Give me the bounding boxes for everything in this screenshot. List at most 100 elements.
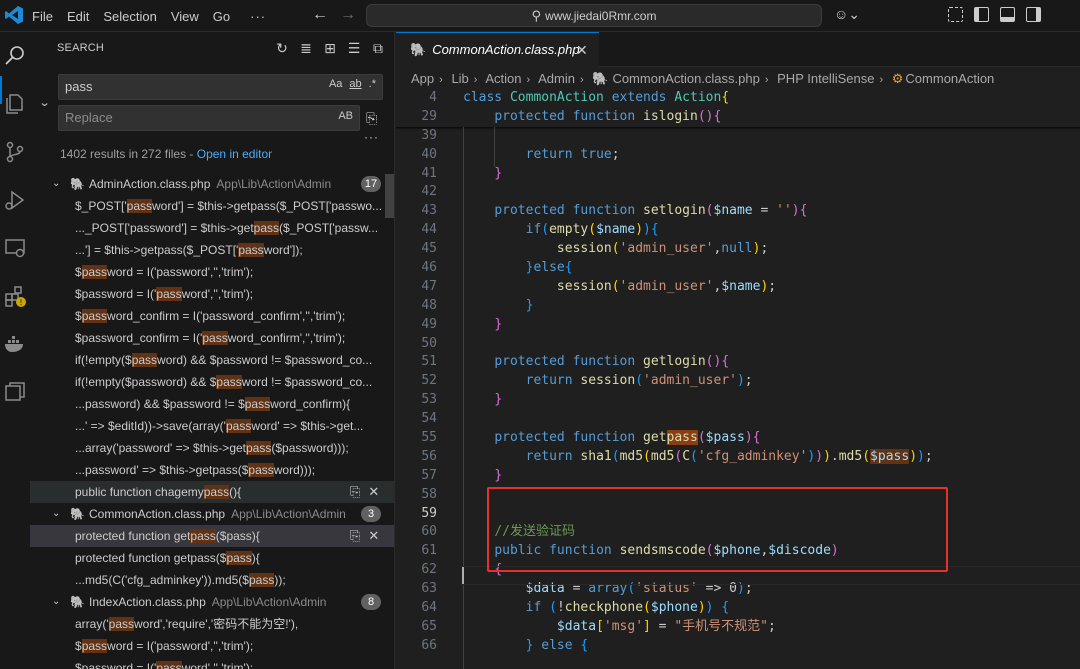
menu-edit[interactable]: Edit	[67, 9, 89, 24]
match-count-badge: 8	[361, 594, 381, 610]
result-match-21[interactable]: $password = I('password','','trim');	[30, 635, 394, 657]
php-file-icon: 🐘	[70, 507, 85, 521]
dismiss-match-icon[interactable]: ✕	[368, 484, 379, 499]
match-count-badge: 3	[361, 506, 381, 522]
result-match-18[interactable]: ...md5(C('cfg_adminkey')).md5($pass));	[30, 569, 394, 591]
use-regex-toggle[interactable]: .*	[369, 78, 376, 90]
match-case-toggle[interactable]: Aa	[329, 78, 342, 90]
code-editor[interactable]: 4 class CommonAction extends Action{29 pr…	[396, 89, 1080, 669]
result-match-3[interactable]: ...'] = $this->getpass($_POST['password'…	[30, 239, 394, 261]
line-number: 47	[421, 278, 437, 294]
search-input[interactable]	[65, 79, 305, 94]
breadcrumb-lib[interactable]: Lib	[451, 71, 468, 86]
breadcrumb-file[interactable]: CommonAction.class.php	[612, 71, 759, 86]
toggle-primary-sidebar-icon[interactable]	[974, 7, 989, 22]
toggle-details-icon[interactable]: ···	[364, 130, 379, 144]
result-match-12[interactable]: ...array('password' => $this->getpass($p…	[30, 437, 394, 459]
result-match-16[interactable]: protected function getpass($pass){⎘ ✕	[30, 525, 394, 547]
line-text: }	[494, 392, 503, 408]
search-icon[interactable]	[3, 44, 27, 68]
remote-explorer-icon[interactable]	[3, 236, 27, 260]
view-as-tree-icon[interactable]: ☰	[342, 40, 366, 57]
breadcrumb-intellisense[interactable]: PHP IntelliSense	[777, 71, 874, 86]
toggle-panel-icon[interactable]	[1000, 7, 1015, 22]
explorer-icon[interactable]	[3, 92, 27, 116]
clear-results-icon[interactable]: ≣	[294, 40, 318, 57]
result-match-10[interactable]: ...password) && $password != $password_c…	[30, 393, 394, 415]
docker-icon[interactable]	[3, 332, 27, 356]
result-match-14[interactable]: public function chagemypass(){⎘ ✕	[30, 481, 394, 503]
source-control-icon[interactable]	[3, 140, 27, 164]
result-match-7[interactable]: $password_confirm = I('password_confirm'…	[30, 327, 394, 349]
line-text: if(empty($name)){	[525, 222, 659, 238]
chevron-down-icon[interactable]: ⌄	[52, 591, 60, 613]
copilot-icon[interactable]: ☺⌄	[834, 6, 860, 23]
result-match-6[interactable]: $password_confirm = I('password_confirm'…	[30, 305, 394, 327]
breadcrumb-separator-icon: ›	[439, 74, 443, 86]
replace-input[interactable]	[65, 110, 305, 125]
breadcrumb-separator-icon: ›	[879, 74, 884, 86]
toggle-replace-chevron-icon[interactable]: ⌄	[39, 96, 51, 109]
new-search-editor-icon[interactable]: ⊞	[318, 40, 342, 57]
sticky-scroll[interactable]: 4 class CommonAction extends Action{29 pr…	[396, 89, 1080, 127]
line-number: 45	[421, 241, 437, 257]
text-cursor	[462, 567, 464, 584]
result-match-17[interactable]: protected function getpass($pass){	[30, 547, 394, 569]
result-match-20[interactable]: array('password','require','密码不能为空!'),	[30, 613, 394, 635]
line-number: 65	[421, 618, 437, 634]
result-file-15[interactable]: ⌄ 🐘 CommonAction.class.php App\Lib\Action\A…	[30, 503, 394, 525]
menu-file[interactable]: File	[32, 9, 53, 24]
menu-go[interactable]: Go	[213, 9, 230, 24]
breadcrumb-app[interactable]: App	[411, 71, 434, 86]
search-input-box: Aa ab .*	[58, 74, 383, 100]
tab-commonaction[interactable]: 🐘 CommonAction.class.php ✕	[396, 32, 599, 67]
result-match-22[interactable]: $password = I('password','','trim');	[30, 657, 394, 669]
run-debug-icon[interactable]	[3, 188, 27, 212]
result-match-1[interactable]: $_POST['password'] = $this->getpass($_PO…	[30, 195, 394, 217]
result-file-0[interactable]: ⌄ 🐘 AdminAction.class.php App\Lib\Action\Ad…	[30, 173, 394, 195]
result-match-5[interactable]: $password = I('password','','trim');	[30, 283, 394, 305]
replace-all-icon[interactable]: ⎘	[366, 110, 377, 127]
result-match-8[interactable]: if(!empty($password) && $password != $pa…	[30, 349, 394, 371]
extensions-icon[interactable]: !	[3, 284, 27, 308]
annotation-red-box	[487, 487, 948, 572]
breadcrumb-class[interactable]: CommonAction	[905, 71, 994, 86]
code-line: 55 protected function getpass($pass){	[396, 429, 1080, 448]
dismiss-match-icon[interactable]: ✕	[368, 528, 379, 543]
open-in-editor-link[interactable]: Open in editor	[197, 147, 272, 161]
command-center[interactable]: ⚲ www.jiedai0Rmr.com	[366, 4, 822, 27]
collapse-all-icon[interactable]: ⧉	[366, 40, 390, 57]
chevron-down-icon[interactable]: ⌄	[52, 503, 60, 525]
toggle-secondary-sidebar-icon[interactable]	[1026, 7, 1041, 22]
result-match-4[interactable]: $password = I('password','','trim');	[30, 261, 394, 283]
line-text: protected function getpass($pass){	[494, 430, 761, 446]
back-arrow-icon[interactable]: ←	[312, 6, 328, 23]
replace-match-icon[interactable]: ⎘	[350, 528, 360, 543]
preserve-case-toggle[interactable]: AB	[338, 110, 353, 122]
match-whole-word-toggle[interactable]: ab	[349, 78, 361, 90]
replace-match-icon[interactable]: ⎘	[350, 484, 360, 499]
vscode-logo-icon[interactable]	[4, 5, 24, 25]
remote-windows-icon[interactable]	[3, 380, 27, 404]
result-match-13[interactable]: ...password' => $this->getpass($password…	[30, 459, 394, 481]
line-number: 39	[421, 127, 437, 143]
line-number: 41	[421, 165, 437, 181]
forward-arrow-icon[interactable]: →	[340, 6, 356, 23]
results-scrollbar[interactable]	[385, 174, 394, 218]
close-tab-icon[interactable]: ✕	[576, 33, 588, 67]
breadcrumb-action[interactable]: Action	[485, 71, 521, 86]
result-match-2[interactable]: ..._POST['password'] = $this->getpass($_…	[30, 217, 394, 239]
line-number: 40	[421, 146, 437, 162]
result-match-9[interactable]: if(!empty($password) && $password != $pa…	[30, 371, 394, 393]
result-file-19[interactable]: ⌄ 🐘 IndexAction.class.php App\Lib\Action\Ad…	[30, 591, 394, 613]
refresh-icon[interactable]: ↻	[270, 40, 294, 57]
result-match-11[interactable]: ...' => $editId))->save(array('password'…	[30, 415, 394, 437]
menu-view[interactable]: View	[171, 9, 199, 24]
customize-layout-icon[interactable]	[948, 7, 963, 22]
result-file-name: CommonAction.class.php App\Lib\Action\Adm…	[89, 507, 346, 521]
menu-selection[interactable]: Selection	[103, 9, 156, 24]
line-number: 55	[421, 430, 437, 446]
chevron-down-icon[interactable]: ⌄	[52, 173, 60, 195]
breadcrumb-admin[interactable]: Admin	[538, 71, 575, 86]
menu-more-icon[interactable]: ···	[250, 9, 266, 24]
